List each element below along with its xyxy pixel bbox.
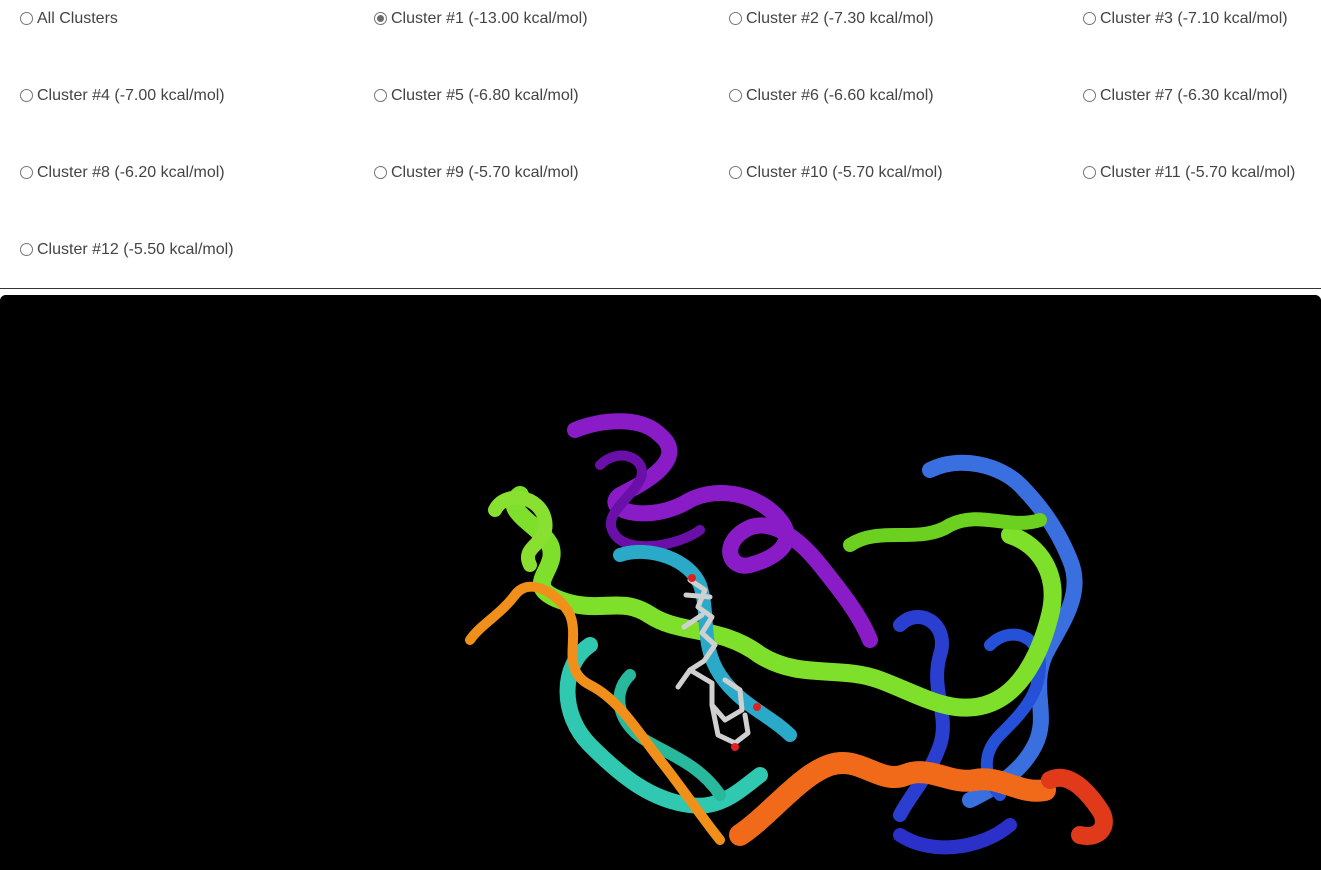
radio-button[interactable]: [20, 165, 33, 179]
radio-button[interactable]: [729, 88, 742, 102]
cluster-option-label: Cluster #5 (-6.80 kcal/mol): [391, 87, 579, 104]
radio-button[interactable]: [20, 11, 33, 25]
radio-button[interactable]: [1083, 11, 1096, 25]
cluster-option-label: Cluster #6 (-6.60 kcal/mol): [746, 87, 934, 104]
cluster-option-3[interactable]: Cluster #3 (-7.10 kcal/mol): [1083, 8, 1288, 30]
cluster-option-label: Cluster #1 (-13.00 kcal/mol): [391, 10, 588, 27]
cluster-option-label: Cluster #11 (-5.70 kcal/mol): [1100, 164, 1296, 181]
cluster-option-7[interactable]: Cluster #7 (-6.30 kcal/mol): [1083, 85, 1288, 107]
radio-button[interactable]: [374, 165, 387, 179]
cluster-option-11[interactable]: Cluster #11 (-5.70 kcal/mol): [1083, 162, 1295, 184]
cluster-option-1[interactable]: Cluster #1 (-13.00 kcal/mol): [374, 8, 588, 30]
radio-button-selected[interactable]: [374, 11, 387, 25]
cluster-option-label: Cluster #12 (-5.50 kcal/mol): [37, 241, 234, 258]
cluster-option-4[interactable]: Cluster #4 (-7.00 kcal/mol): [20, 85, 225, 107]
cluster-option-6[interactable]: Cluster #6 (-6.60 kcal/mol): [729, 85, 934, 107]
viewer-background: [0, 295, 1321, 870]
oxygen-atom: [688, 574, 696, 582]
radio-button[interactable]: [1083, 88, 1096, 102]
cluster-option-12[interactable]: Cluster #12 (-5.50 kcal/mol): [20, 239, 234, 261]
cluster-option-label: Cluster #9 (-5.70 kcal/mol): [391, 164, 579, 181]
cluster-option-all[interactable]: All Clusters: [20, 8, 118, 30]
cluster-option-label: Cluster #8 (-6.20 kcal/mol): [37, 164, 225, 181]
cluster-option-label: All Clusters: [37, 10, 118, 27]
cluster-option-label: Cluster #2 (-7.30 kcal/mol): [746, 10, 934, 27]
oxygen-atom: [753, 703, 761, 711]
protein-ribbon-render[interactable]: [0, 295, 1321, 870]
cluster-option-5[interactable]: Cluster #5 (-6.80 kcal/mol): [374, 85, 579, 107]
cluster-option-label: Cluster #4 (-7.00 kcal/mol): [37, 87, 225, 104]
divider: [0, 288, 1321, 289]
oxygen-atom: [731, 743, 739, 751]
cluster-option-9[interactable]: Cluster #9 (-5.70 kcal/mol): [374, 162, 579, 184]
cluster-option-label: Cluster #10 (-5.70 kcal/mol): [746, 164, 943, 181]
radio-button[interactable]: [374, 88, 387, 102]
cluster-option-label: Cluster #7 (-6.30 kcal/mol): [1100, 87, 1288, 104]
cluster-option-2[interactable]: Cluster #2 (-7.30 kcal/mol): [729, 8, 934, 30]
cluster-option-8[interactable]: Cluster #8 (-6.20 kcal/mol): [20, 162, 225, 184]
radio-button[interactable]: [1083, 165, 1096, 179]
cluster-option-10[interactable]: Cluster #10 (-5.70 kcal/mol): [729, 162, 943, 184]
cluster-option-label: Cluster #3 (-7.10 kcal/mol): [1100, 10, 1288, 27]
cluster-selector: All Clusters Cluster #1 (-13.00 kcal/mol…: [0, 0, 1321, 288]
molecule-viewer[interactable]: [0, 295, 1321, 870]
radio-button[interactable]: [729, 11, 742, 25]
radio-button[interactable]: [20, 88, 33, 102]
radio-button[interactable]: [20, 242, 33, 256]
radio-button[interactable]: [729, 165, 742, 179]
